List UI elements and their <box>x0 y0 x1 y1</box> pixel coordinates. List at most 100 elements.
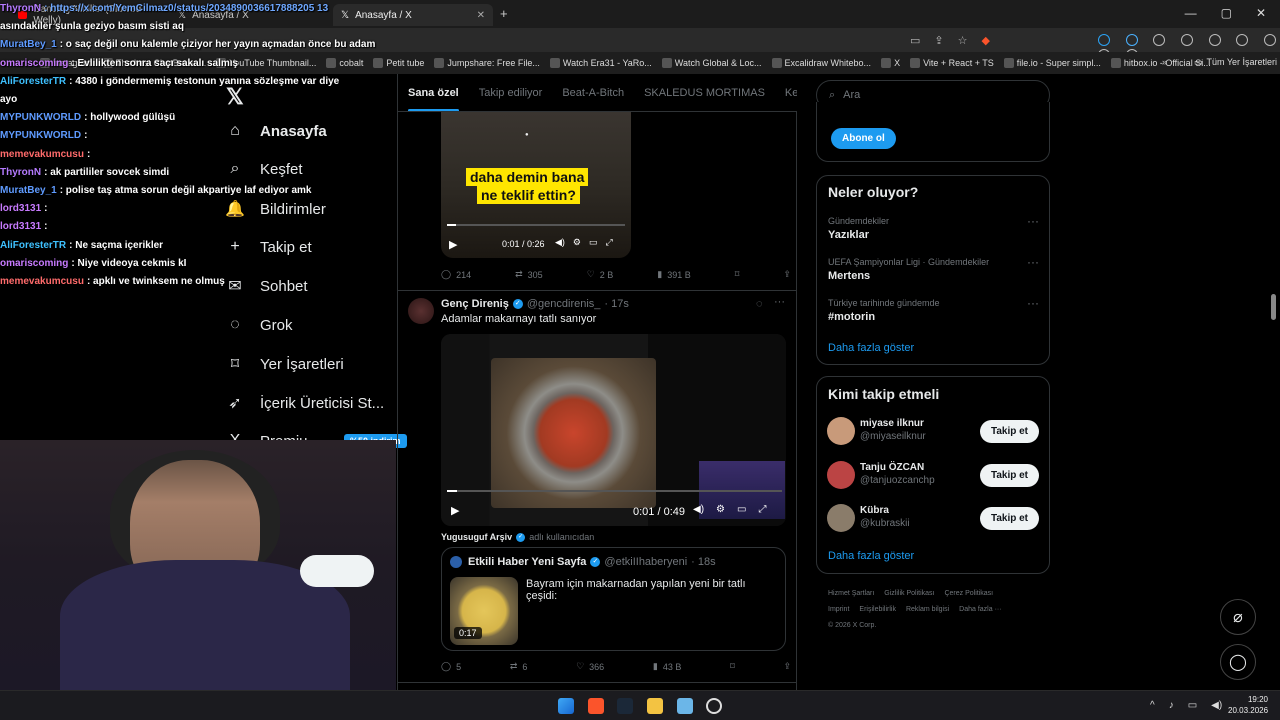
tab-list[interactable]: Beat-A-Bitch <box>562 87 624 99</box>
bookmark-item[interactable]: Watch Global & Loc... <box>661 58 762 68</box>
close-window-button[interactable]: ✕ <box>1256 6 1266 20</box>
extension-icon[interactable] <box>1180 34 1193 46</box>
bookmarks-overflow[interactable]: » <box>1162 57 1167 67</box>
avatar[interactable] <box>827 461 855 489</box>
browser-tab[interactable]: Dancing Nihilist (Slowed Welly) <box>10 4 170 26</box>
share-icon[interactable]: ⇪ <box>783 661 791 672</box>
nav-item[interactable]: ✉ Sohbet <box>226 277 307 296</box>
settings-icon[interactable]: ⚙ <box>716 504 725 515</box>
footer-link[interactable]: Daha fazla ··· <box>959 606 1001 613</box>
quote-thumbnail[interactable]: 0:17 <box>450 577 518 645</box>
trends-show-more[interactable]: Daha fazla göster <box>828 342 914 354</box>
sidebar-icon[interactable] <box>1236 34 1249 46</box>
who-show-more[interactable]: Daha fazla göster <box>828 550 914 562</box>
browser-tab-active[interactable]: 𝕏 Anasayfa / X ✕ <box>333 4 493 26</box>
trend-item[interactable]: Gündemdekiler Yazıklar <box>828 216 1038 241</box>
volume-icon[interactable]: ◀) <box>555 237 565 248</box>
x-logo-icon[interactable]: 𝕏 <box>226 84 244 110</box>
app-icon[interactable] <box>677 698 693 714</box>
tab-list[interactable]: Kend <box>785 87 797 99</box>
browser-tab[interactable]: 𝕏 Anasayfa / X <box>170 4 330 26</box>
reply-button[interactable]: ◯ 214 <box>441 269 471 280</box>
bookmark-item[interactable]: The best ChatBot an... <box>103 58 206 68</box>
subscribe-button[interactable]: Abone ol <box>831 128 896 149</box>
extension-icon[interactable] <box>1153 34 1166 46</box>
footer-link[interactable]: Imprint <box>828 606 849 613</box>
quote-tweet[interactable]: Etkili Haber Yeni Sayfa ✓ @etkiIIhaberye… <box>441 547 786 651</box>
video-progress[interactable] <box>447 490 782 492</box>
bookmark-item[interactable]: X <box>881 58 900 68</box>
minimize-button[interactable]: — <box>1185 6 1197 20</box>
nav-item[interactable]: + Takip et <box>226 238 311 256</box>
bookmark-item[interactable]: cobalt <box>326 58 363 68</box>
all-bookmarks-button[interactable]: ▭ Tüm Yer İşaretleri <box>1194 57 1277 68</box>
nav-item[interactable]: ◌ Grok <box>226 316 292 334</box>
pip-icon[interactable]: ▭ <box>737 504 746 515</box>
trend-item[interactable]: Türkiye tarihinde gündemde #motorin <box>828 298 1038 323</box>
scrollbar-thumb[interactable] <box>1271 294 1276 320</box>
maximize-button[interactable]: ▢ <box>1221 6 1232 20</box>
play-icon[interactable]: ▶ <box>449 238 457 251</box>
messages-float-button[interactable]: ◯ <box>1220 644 1256 680</box>
footer-link[interactable]: Gizlilik Politikası <box>884 590 934 597</box>
extension-icon[interactable] <box>1098 34 1110 46</box>
network-icon[interactable]: ▭ <box>1188 700 1197 711</box>
tab-for-you[interactable]: Sana özel <box>408 87 459 111</box>
suggested-account[interactable]: miyase ilknur @miyaseilknur <box>860 418 926 442</box>
avatar[interactable] <box>827 504 855 532</box>
more-options[interactable]: ··· <box>774 296 785 308</box>
bookmark-item[interactable]: Petit tube <box>373 58 424 68</box>
volume-icon[interactable]: ◀) <box>1211 700 1222 711</box>
avatar[interactable] <box>827 417 855 445</box>
avatar[interactable] <box>408 298 434 324</box>
views-button[interactable]: ▮ 43 B <box>653 661 681 672</box>
puzzle-icon[interactable] <box>1208 34 1221 46</box>
trend-item[interactable]: UEFA Şampiyonlar Ligi · Gündemdekiler Mer… <box>828 257 1038 282</box>
author-name[interactable]: Genç Direniş <box>441 298 509 310</box>
clock[interactable]: 19:20 20.03.2026 <box>1228 694 1268 716</box>
fullscreen-icon[interactable]: ⤢ <box>758 504 766 515</box>
follow-button[interactable]: Takip et <box>979 507 1039 530</box>
grok-icon[interactable]: ◌ <box>756 298 763 310</box>
post-video[interactable]: ▶ 0:01 / 0:49 ◀) ⚙ ▭ ⤢ <box>441 334 786 526</box>
close-tab-icon[interactable]: ✕ <box>477 10 485 21</box>
trend-more-icon[interactable]: ··· <box>1027 255 1039 269</box>
fullscreen-icon[interactable]: ⤢ <box>606 237 613 248</box>
trend-more-icon[interactable]: ··· <box>1027 214 1039 228</box>
repost-button[interactable]: ⇄ 6 <box>510 661 528 672</box>
obs-icon[interactable] <box>706 698 722 714</box>
settings-icon[interactable]: ⚙ <box>573 237 581 248</box>
media-tag-user[interactable]: Yugusuguf Arşiv <box>441 532 512 542</box>
nav-item[interactable]: ⌕ Keşfet <box>226 160 303 178</box>
volume-icon[interactable]: ◀) <box>693 504 704 515</box>
bookmark-item[interactable]: Vite + React + TS <box>910 58 994 68</box>
footer-link[interactable]: Hizmet Şartları <box>828 590 874 597</box>
bookmark-item[interactable]: Instagram <box>40 58 93 68</box>
follow-button[interactable]: Takip et <box>979 420 1039 443</box>
bookmark-icon[interactable]: ⌑ <box>730 661 735 672</box>
share-icon[interactable]: ⇪ <box>934 34 943 47</box>
bookmark-star-icon[interactable]: ☆ <box>958 34 968 47</box>
author-handle[interactable]: @gencdirenis_ <box>527 298 601 310</box>
file-explorer-icon[interactable] <box>647 698 663 714</box>
nav-item[interactable]: ⌂ Anasayfa <box>226 122 327 140</box>
tab-following[interactable]: Takip ediliyor <box>479 87 543 99</box>
windows-start-icon[interactable] <box>558 698 574 714</box>
repost-button[interactable]: ⇄ 305 <box>515 269 543 280</box>
pip-icon[interactable]: ▭ <box>589 237 598 248</box>
brave-shield-icon[interactable]: ◆ <box>982 34 990 47</box>
post-video[interactable]: ● daha demin bana ne teklif ettin? ▶ 0:0… <box>441 112 631 258</box>
bookmark-item[interactable]: YouTube Thumbnail... <box>216 58 316 68</box>
tray-expand-icon[interactable]: ^ <box>1150 700 1155 711</box>
post-time[interactable]: · 17s <box>604 298 628 310</box>
bookmark-item[interactable]: Watch Era31 - YaRo... <box>549 58 652 68</box>
steam-icon[interactable] <box>617 698 633 714</box>
bookmark-item[interactable]: Excalidraw Whitebo... <box>771 58 871 68</box>
post-button-visible-part[interactable] <box>300 555 374 587</box>
suggested-account[interactable]: Tanju ÖZCAN @tanjuozcanchp <box>860 462 935 486</box>
share-icon[interactable]: ⇪ <box>783 269 791 280</box>
footer-link[interactable]: Erişilebilirlik <box>859 606 896 613</box>
reply-button[interactable]: ◯ 5 <box>441 661 461 672</box>
microphone-icon[interactable]: ♪ <box>1169 700 1174 711</box>
like-button[interactable]: ♡ 366 <box>576 661 604 672</box>
